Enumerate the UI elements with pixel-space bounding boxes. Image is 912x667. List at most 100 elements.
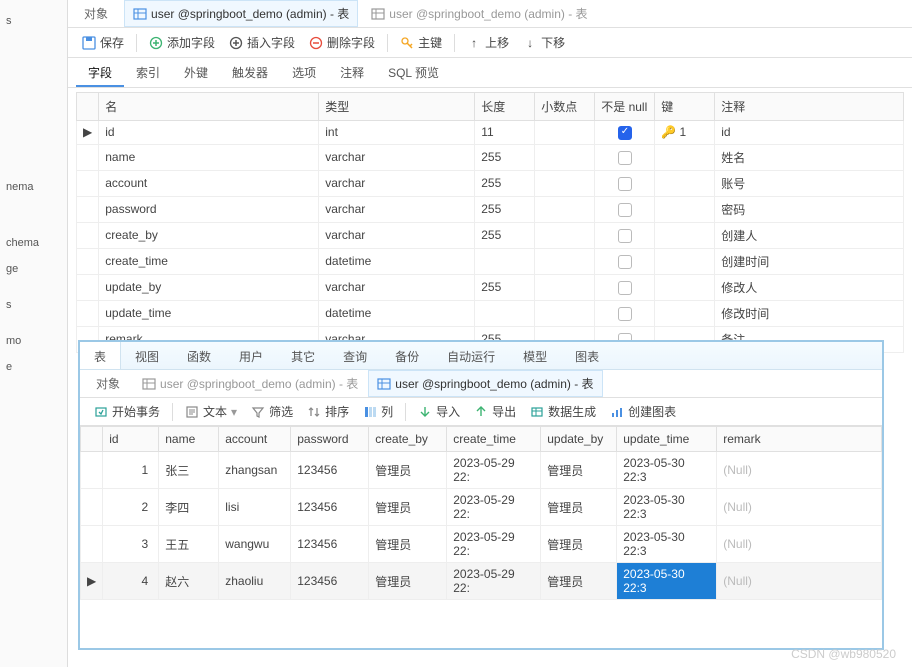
cell-name[interactable]: password xyxy=(99,196,319,222)
cell-name[interactable]: 赵六 xyxy=(159,563,219,600)
move-down-button[interactable]: ↓ 下移 xyxy=(517,31,571,54)
text-button[interactable]: 文本 ▾ xyxy=(179,400,243,423)
struct-row[interactable]: ▶ id int 11 🔑 1 id xyxy=(77,121,904,145)
cell-name[interactable]: update_by xyxy=(99,274,319,300)
sidebar-item[interactable]: nema xyxy=(4,174,63,200)
import-button[interactable]: 导入 xyxy=(412,400,466,423)
dcol-createtime[interactable]: create_time xyxy=(447,427,541,452)
cell-password[interactable]: 123456 xyxy=(291,563,369,600)
data-row[interactable]: 3 王五 wangwu 123456 管理员 2023-05-29 22: 管理… xyxy=(81,526,882,563)
cell-key[interactable] xyxy=(655,170,715,196)
subtab-options[interactable]: 选项 xyxy=(280,58,328,87)
struct-row[interactable]: update_time datetime 修改时间 xyxy=(77,300,904,326)
cell-notnull[interactable] xyxy=(595,248,655,274)
subtab-indexes[interactable]: 索引 xyxy=(124,58,172,87)
cell-remark[interactable]: (Null) xyxy=(717,489,882,526)
cell-remark[interactable]: (Null) xyxy=(717,452,882,489)
cell-len[interactable] xyxy=(475,300,535,326)
cell-id[interactable]: 1 xyxy=(103,452,159,489)
sidebar-item[interactable]: s xyxy=(4,8,63,34)
inner-tab-1[interactable]: user @springboot_demo (admin) - 表 xyxy=(134,371,366,396)
object-tab[interactable]: 对象 xyxy=(84,371,132,396)
top-tab-2[interactable]: user @springboot_demo (admin) - 表 xyxy=(362,0,596,27)
col-comment[interactable]: 注释 xyxy=(715,93,904,121)
cell-remark[interactable]: (Null) xyxy=(717,526,882,563)
cell-notnull[interactable] xyxy=(595,222,655,248)
dcol-updateby[interactable]: update_by xyxy=(541,427,617,452)
filter-button[interactable]: 筛选 xyxy=(245,400,299,423)
cell-password[interactable]: 123456 xyxy=(291,452,369,489)
struct-row[interactable]: account varchar 255 账号 xyxy=(77,170,904,196)
cell-name[interactable]: create_by xyxy=(99,222,319,248)
dcol-createby[interactable]: create_by xyxy=(369,427,447,452)
cell-key[interactable] xyxy=(655,222,715,248)
sidebar-item[interactable]: ge xyxy=(4,256,63,282)
add-field-button[interactable]: 添加字段 xyxy=(143,31,221,54)
cell-dec[interactable] xyxy=(535,222,595,248)
panel-tab-view[interactable]: 视图 xyxy=(121,342,173,369)
struct-row[interactable]: update_by varchar 255 修改人 xyxy=(77,274,904,300)
cell-len[interactable]: 255 xyxy=(475,222,535,248)
cell-key[interactable] xyxy=(655,274,715,300)
subtab-triggers[interactable]: 触发器 xyxy=(220,58,280,87)
top-tab-1[interactable]: user @springboot_demo (admin) - 表 xyxy=(124,0,358,27)
cell-remark[interactable]: (Null) xyxy=(717,563,882,600)
create-chart-button[interactable]: 创建图表 xyxy=(604,400,682,423)
cell-name[interactable]: 李四 xyxy=(159,489,219,526)
cell-id[interactable]: 4 xyxy=(103,563,159,600)
dcol-remark[interactable]: remark xyxy=(717,427,882,452)
cell-createby[interactable]: 管理员 xyxy=(369,563,447,600)
panel-tab-user[interactable]: 用户 xyxy=(225,342,277,369)
dcol-updatetime[interactable]: update_time xyxy=(617,427,717,452)
cell-dec[interactable] xyxy=(535,170,595,196)
primary-key-button[interactable]: 主键 xyxy=(394,31,448,54)
datagen-button[interactable]: 数据生成 xyxy=(524,400,602,423)
cell-type[interactable]: datetime xyxy=(319,300,475,326)
struct-row[interactable]: create_by varchar 255 创建人 xyxy=(77,222,904,248)
cell-type[interactable]: varchar xyxy=(319,274,475,300)
cell-createtime[interactable]: 2023-05-29 22: xyxy=(447,526,541,563)
cell-len[interactable]: 255 xyxy=(475,170,535,196)
col-key[interactable]: 键 xyxy=(655,93,715,121)
cell-len[interactable]: 11 xyxy=(475,121,535,145)
col-name[interactable]: 名 xyxy=(99,93,319,121)
column-button[interactable]: 列 xyxy=(357,400,399,423)
cell-comment[interactable]: 姓名 xyxy=(715,144,904,170)
data-row[interactable]: 1 张三 zhangsan 123456 管理员 2023-05-29 22: … xyxy=(81,452,882,489)
move-up-button[interactable]: ↑ 上移 xyxy=(461,31,515,54)
cell-dec[interactable] xyxy=(535,274,595,300)
object-tab[interactable]: 对象 xyxy=(72,1,120,26)
subtab-comment[interactable]: 注释 xyxy=(328,58,376,87)
cell-comment[interactable]: 密码 xyxy=(715,196,904,222)
data-row[interactable]: 2 李四 lisi 123456 管理员 2023-05-29 22: 管理员 … xyxy=(81,489,882,526)
panel-tab-chart[interactable]: 图表 xyxy=(561,342,613,369)
cell-dec[interactable] xyxy=(535,300,595,326)
cell-password[interactable]: 123456 xyxy=(291,489,369,526)
cell-name[interactable]: account xyxy=(99,170,319,196)
sidebar-item[interactable]: mo xyxy=(4,328,63,354)
cell-name[interactable]: update_time xyxy=(99,300,319,326)
cell-createby[interactable]: 管理员 xyxy=(369,452,447,489)
cell-key[interactable] xyxy=(655,196,715,222)
cell-len[interactable]: 255 xyxy=(475,196,535,222)
cell-notnull[interactable] xyxy=(595,121,655,145)
dcol-password[interactable]: password xyxy=(291,427,369,452)
panel-tab-model[interactable]: 模型 xyxy=(509,342,561,369)
cell-id[interactable]: 3 xyxy=(103,526,159,563)
cell-notnull[interactable] xyxy=(595,144,655,170)
cell-key[interactable]: 🔑 1 xyxy=(655,121,715,145)
cell-name[interactable]: 张三 xyxy=(159,452,219,489)
sidebar-item[interactable]: s xyxy=(4,292,63,318)
cell-createtime[interactable]: 2023-05-29 22: xyxy=(447,452,541,489)
cell-updateby[interactable]: 管理员 xyxy=(541,526,617,563)
cell-createtime[interactable]: 2023-05-29 22: xyxy=(447,563,541,600)
cell-type[interactable]: varchar xyxy=(319,144,475,170)
subtab-fields[interactable]: 字段 xyxy=(76,58,124,87)
save-button[interactable]: 保存 xyxy=(76,31,130,54)
cell-len[interactable]: 255 xyxy=(475,144,535,170)
cell-updateby[interactable]: 管理员 xyxy=(541,489,617,526)
panel-tab-func[interactable]: 函数 xyxy=(173,342,225,369)
sidebar-item[interactable]: chema xyxy=(4,230,63,256)
cell-type[interactable]: int xyxy=(319,121,475,145)
panel-tab-backup[interactable]: 备份 xyxy=(381,342,433,369)
